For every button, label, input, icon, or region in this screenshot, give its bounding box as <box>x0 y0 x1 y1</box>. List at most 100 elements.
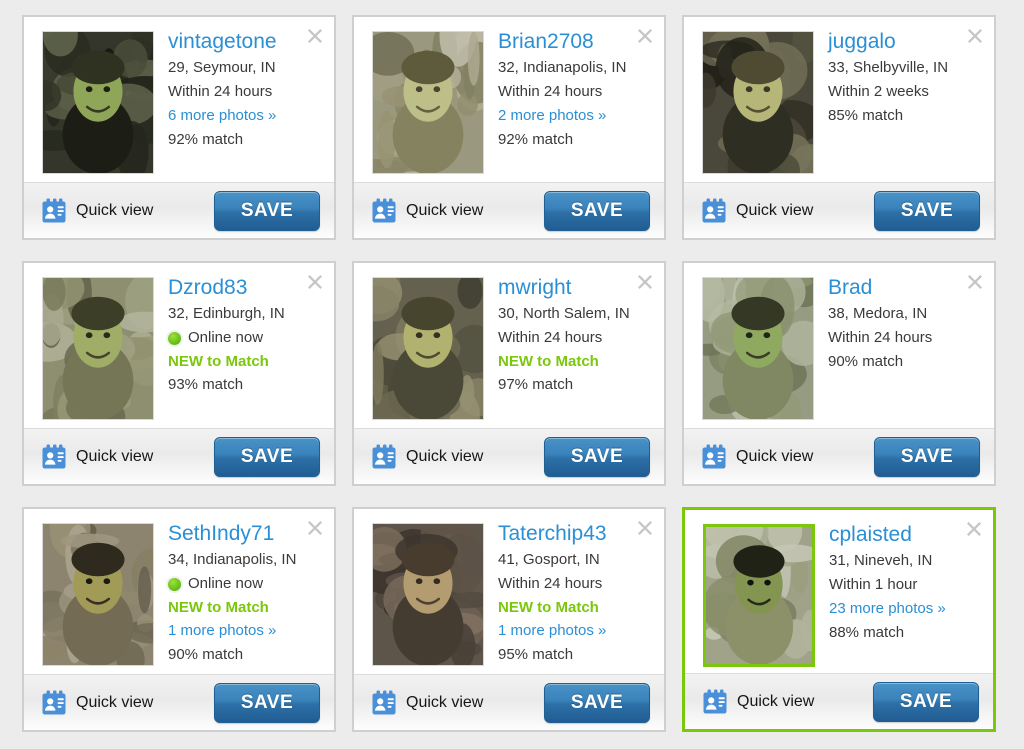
profile-card-footer: Quick view SAVE <box>354 674 664 730</box>
online-status-dot-icon <box>168 331 181 345</box>
profile-card-body: juggalo 33, Shelbyville, IN Within 2 wee… <box>684 17 994 182</box>
save-button[interactable]: SAVE <box>214 190 320 231</box>
close-icon[interactable] <box>964 519 984 539</box>
quick-view-button[interactable]: Quick view <box>700 197 874 225</box>
profile-photo-Brad[interactable] <box>702 277 814 420</box>
profile-card-vintagetone[interactable]: vintagetone 29, Seymour, IN Within 24 ho… <box>22 15 336 240</box>
close-icon[interactable] <box>635 26 655 46</box>
profile-card-cplaisted[interactable]: cplaisted 31, Nineveh, IN Within 1 hour … <box>682 507 996 732</box>
profile-card-body: Taterchip43 41, Gosport, IN Within 24 ho… <box>354 509 664 674</box>
profile-info: Brad 38, Medora, IN Within 24 hours 90% … <box>814 275 994 428</box>
save-button[interactable]: SAVE <box>874 190 980 231</box>
quick-view-button[interactable]: Quick view <box>701 688 873 716</box>
quick-view-button[interactable]: Quick view <box>370 443 544 471</box>
profile-card-body: Dzrod83 32, Edinburgh, IN Online now NEW… <box>24 263 334 428</box>
profile-photo-cplaisted[interactable] <box>703 524 815 667</box>
id-badge-icon <box>700 443 728 471</box>
save-button[interactable]: SAVE <box>874 436 980 477</box>
profile-username-link[interactable]: juggalo <box>828 29 986 54</box>
quick-view-label: Quick view <box>406 201 484 219</box>
profile-info: Brian2708 32, Indianapolis, IN Within 24… <box>484 29 664 182</box>
profile-card-dzrod83[interactable]: Dzrod83 32, Edinburgh, IN Online now NEW… <box>22 261 336 486</box>
profile-photo-juggalo[interactable] <box>702 31 814 174</box>
quick-view-button[interactable]: Quick view <box>40 197 214 225</box>
profile-card-brian2708[interactable]: Brian2708 32, Indianapolis, IN Within 24… <box>352 15 666 240</box>
quick-view-button[interactable]: Quick view <box>40 443 214 471</box>
profile-username-link[interactable]: mwright <box>498 275 656 300</box>
close-icon[interactable] <box>305 272 325 292</box>
more-photos-link[interactable]: 2 more photos » <box>498 104 656 128</box>
save-button[interactable]: SAVE <box>544 190 650 231</box>
profile-last-active: Within 2 weeks <box>828 83 929 100</box>
close-icon[interactable] <box>305 518 325 538</box>
profile-card-brad[interactable]: Brad 38, Medora, IN Within 24 hours 90% … <box>682 261 996 486</box>
profile-online-status: Online now <box>168 326 326 350</box>
save-button[interactable]: SAVE <box>873 681 979 722</box>
profile-match-percent: 88% match <box>829 624 905 641</box>
profile-age-location: 33, Shelbyville, IN <box>828 59 949 76</box>
profile-match-percent: 85% match <box>828 107 904 124</box>
profile-match-percent: 90% match <box>168 646 244 663</box>
profile-username-link[interactable]: SethIndy71 <box>168 521 326 546</box>
more-photos-link[interactable]: 6 more photos » <box>168 104 326 128</box>
profile-match-percent: 95% match <box>498 646 574 663</box>
profile-card-footer: Quick view SAVE <box>24 182 334 238</box>
profile-card-sethindy71[interactable]: SethIndy71 34, Indianapolis, IN Online n… <box>22 507 336 732</box>
profile-photo-Taterchip43[interactable] <box>372 523 484 666</box>
id-badge-icon <box>370 197 398 225</box>
profile-card-grid: vintagetone 29, Seymour, IN Within 24 ho… <box>0 0 1024 749</box>
quick-view-label: Quick view <box>76 447 154 465</box>
id-badge-icon <box>370 689 398 717</box>
profile-age-location: 41, Gosport, IN <box>498 551 600 568</box>
save-button[interactable]: SAVE <box>544 682 650 723</box>
profile-username-link[interactable]: Brad <box>828 275 986 300</box>
profile-card-body: Brad 38, Medora, IN Within 24 hours 90% … <box>684 263 994 428</box>
close-icon[interactable] <box>965 26 985 46</box>
close-icon[interactable] <box>635 272 655 292</box>
profile-username-link[interactable]: cplaisted <box>829 522 985 547</box>
profile-age-location: 34, Indianapolis, IN <box>168 551 297 568</box>
profile-photo-vintagetone[interactable] <box>42 31 154 174</box>
more-photos-link[interactable]: 23 more photos » <box>829 597 985 621</box>
profile-online-status: Online now <box>168 572 326 596</box>
profile-username-link[interactable]: vintagetone <box>168 29 326 54</box>
profile-username-link[interactable]: Dzrod83 <box>168 275 326 300</box>
profile-card-footer: Quick view SAVE <box>684 428 994 484</box>
quick-view-button[interactable]: Quick view <box>700 443 874 471</box>
close-icon[interactable] <box>965 272 985 292</box>
profile-info: Taterchip43 41, Gosport, IN Within 24 ho… <box>484 521 664 674</box>
save-button[interactable]: SAVE <box>544 436 650 477</box>
profile-photo-Dzrod83[interactable] <box>42 277 154 420</box>
save-button[interactable]: SAVE <box>214 436 320 477</box>
profile-card-mwright[interactable]: mwright 30, North Salem, IN Within 24 ho… <box>352 261 666 486</box>
quick-view-button[interactable]: Quick view <box>370 197 544 225</box>
profile-photo-mwright[interactable] <box>372 277 484 420</box>
profile-photo-SethIndy71[interactable] <box>42 523 154 666</box>
quick-view-button[interactable]: Quick view <box>40 689 214 717</box>
profile-match-percent: 92% match <box>168 131 244 148</box>
quick-view-label: Quick view <box>736 201 814 219</box>
profile-match-percent: 92% match <box>498 131 574 148</box>
close-icon[interactable] <box>635 518 655 538</box>
quick-view-button[interactable]: Quick view <box>370 689 544 717</box>
close-icon[interactable] <box>305 26 325 46</box>
id-badge-icon <box>40 689 68 717</box>
profile-card-juggalo[interactable]: juggalo 33, Shelbyville, IN Within 2 wee… <box>682 15 996 240</box>
profile-match-percent: 90% match <box>828 353 904 370</box>
profile-card-body: mwright 30, North Salem, IN Within 24 ho… <box>354 263 664 428</box>
profile-card-footer: Quick view SAVE <box>354 182 664 238</box>
more-photos-link[interactable]: 1 more photos » <box>168 619 326 643</box>
save-button[interactable]: SAVE <box>214 682 320 723</box>
profile-card-footer: Quick view SAVE <box>24 428 334 484</box>
profile-last-active: Within 24 hours <box>498 329 603 346</box>
profile-card-taterchip43[interactable]: Taterchip43 41, Gosport, IN Within 24 ho… <box>352 507 666 732</box>
id-badge-icon <box>370 443 398 471</box>
more-photos-link[interactable]: 1 more photos » <box>498 619 656 643</box>
profile-last-active: Within 24 hours <box>498 83 603 100</box>
profile-photo-Brian2708[interactable] <box>372 31 484 174</box>
quick-view-label: Quick view <box>406 693 484 711</box>
profile-username-link[interactable]: Brian2708 <box>498 29 656 54</box>
profile-online-text: Online now <box>188 575 264 592</box>
profile-username-link[interactable]: Taterchip43 <box>498 521 656 546</box>
quick-view-label: Quick view <box>737 692 815 710</box>
